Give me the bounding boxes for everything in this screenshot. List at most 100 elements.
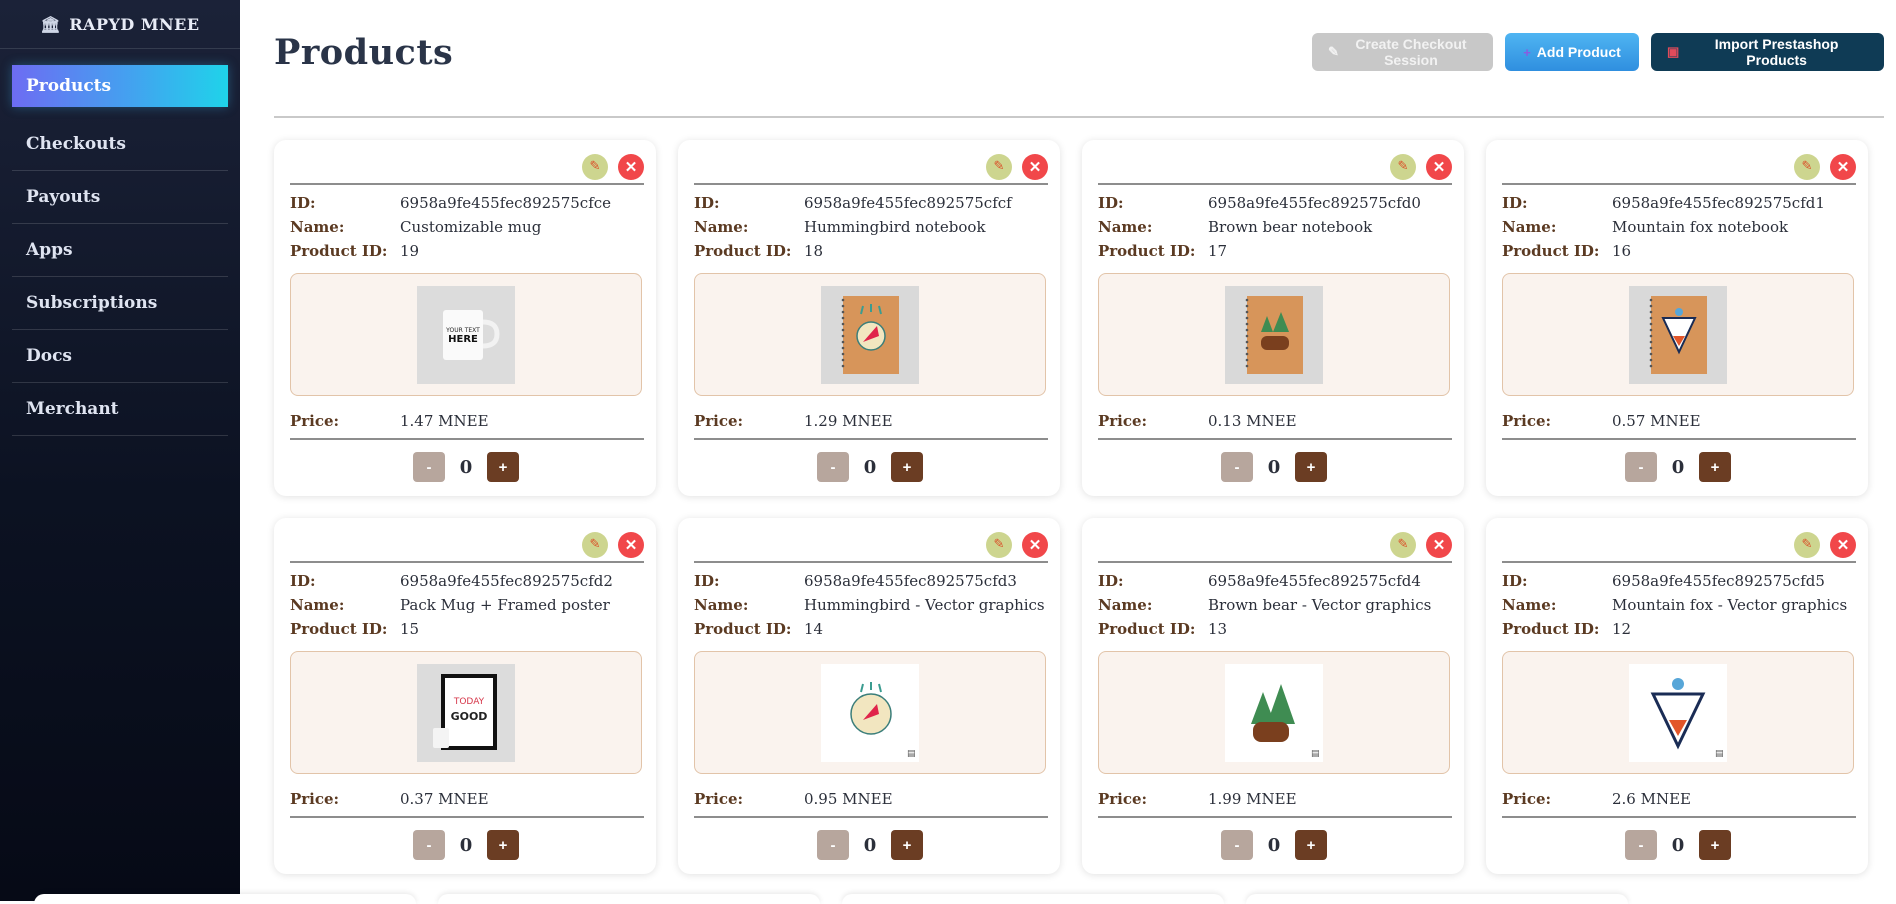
- pencil-icon[interactable]: ✎: [582, 153, 608, 180]
- header-actions: ✎ Create Checkout Session + Add Product …: [1312, 33, 1884, 71]
- decrease-quantity-button[interactable]: -: [413, 830, 445, 860]
- main-content: Products ✎ Create Checkout Session + Add…: [240, 0, 1896, 901]
- product-image-frame: TODAY GOOD: [290, 651, 642, 774]
- sidebar: 🏛 RAPYD MNEE Products Checkouts Payouts …: [0, 0, 240, 901]
- decrease-quantity-button[interactable]: -: [413, 452, 445, 482]
- price-label: Price:: [290, 790, 340, 808]
- plus-icon: +: [1523, 44, 1531, 60]
- sidebar-item-checkouts[interactable]: Checkouts: [12, 118, 228, 171]
- price-row: Price: 0.57 MNEE: [1502, 408, 1856, 440]
- increase-quantity-button[interactable]: +: [487, 830, 519, 860]
- name-value: Customizable mug: [400, 218, 542, 236]
- price-label: Price:: [694, 790, 744, 808]
- price-row: Price: 0.37 MNEE: [290, 786, 644, 818]
- product-card: ✎ ✕ ID: 6958a9fe455fec892575cfd4 Name: B…: [1082, 518, 1464, 874]
- decrease-quantity-button[interactable]: -: [1625, 452, 1657, 482]
- close-icon[interactable]: ✕: [1426, 153, 1452, 180]
- increase-quantity-button[interactable]: +: [891, 452, 923, 482]
- close-icon[interactable]: ✕: [1426, 531, 1452, 558]
- decrease-quantity-button[interactable]: -: [1625, 830, 1657, 860]
- add-product-button[interactable]: + Add Product: [1505, 33, 1639, 71]
- name-row: Name: Hummingbird notebook: [694, 215, 1046, 239]
- wand-icon: ✎: [1328, 44, 1339, 59]
- increase-quantity-button[interactable]: +: [891, 830, 923, 860]
- pencil-icon[interactable]: ✎: [1794, 531, 1820, 558]
- product-id-row: Product ID: 15: [290, 617, 642, 641]
- price-label: Price:: [694, 412, 744, 430]
- svg-text:▤: ▤: [1311, 749, 1320, 759]
- decrease-quantity-button[interactable]: -: [1221, 452, 1253, 482]
- product-card-peek: [34, 894, 416, 904]
- sidebar-item-products[interactable]: Products: [12, 65, 228, 107]
- quantity-value: 0: [863, 456, 877, 478]
- import-prestashop-label: Import Prestashop Products: [1714, 36, 1839, 68]
- pencil-icon[interactable]: ✎: [986, 531, 1012, 558]
- product-image: ▤: [1629, 663, 1727, 762]
- svg-text:▤: ▤: [1715, 749, 1724, 759]
- product-image: TODAY GOOD: [417, 663, 515, 762]
- product-info: ID: 6958a9fe455fec892575cfd2 Name: Pack …: [290, 569, 642, 641]
- pencil-icon[interactable]: ✎: [1390, 531, 1416, 558]
- pencil-icon[interactable]: ✎: [582, 531, 608, 558]
- name-label: Name:: [1502, 218, 1557, 236]
- quantity-stepper: - 0 +: [1502, 830, 1854, 860]
- id-value: 6958a9fe455fec892575cfd0: [1208, 194, 1421, 212]
- product-image: [821, 285, 919, 384]
- name-label: Name:: [1098, 218, 1153, 236]
- close-icon[interactable]: ✕: [1830, 153, 1856, 180]
- product-id-label: Product ID:: [694, 620, 792, 638]
- id-label: ID:: [290, 194, 316, 212]
- close-icon[interactable]: ✕: [618, 153, 644, 180]
- product-image-frame: ▤: [1502, 651, 1854, 774]
- decrease-quantity-button[interactable]: -: [1221, 830, 1253, 860]
- pencil-icon[interactable]: ✎: [1390, 153, 1416, 180]
- brand-name: RAPYD MNEE: [69, 14, 200, 34]
- name-value: Mountain fox notebook: [1612, 218, 1789, 236]
- card-actions: ✎ ✕: [694, 150, 1048, 185]
- id-value: 6958a9fe455fec892575cfd5: [1612, 572, 1825, 590]
- close-icon[interactable]: ✕: [1830, 531, 1856, 558]
- product-info: ID: 6958a9fe455fec892575cfd0 Name: Brown…: [1098, 191, 1450, 263]
- product-image-frame: [1098, 273, 1450, 396]
- quantity-stepper: - 0 +: [694, 830, 1046, 860]
- svg-text:TODAY: TODAY: [453, 697, 485, 707]
- price-value: 0.95 MNEE: [804, 790, 893, 808]
- card-actions: ✎ ✕: [290, 528, 644, 563]
- product-grid: ✎ ✕ ID: 6958a9fe455fec892575cfce Name: C…: [274, 118, 1884, 874]
- quantity-stepper: - 0 +: [1502, 452, 1854, 482]
- decrease-quantity-button[interactable]: -: [817, 830, 849, 860]
- price-value: 0.37 MNEE: [400, 790, 489, 808]
- product-card: ✎ ✕ ID: 6958a9fe455fec892575cfcf Name: H…: [678, 140, 1060, 496]
- increase-quantity-button[interactable]: +: [1295, 452, 1327, 482]
- quantity-value: 0: [1267, 834, 1281, 856]
- product-card: ✎ ✕ ID: 6958a9fe455fec892575cfce Name: C…: [274, 140, 656, 496]
- sidebar-item-docs[interactable]: Docs: [12, 330, 228, 383]
- product-card-peek: [438, 894, 820, 904]
- price-row: Price: 0.13 MNEE: [1098, 408, 1452, 440]
- id-label: ID:: [694, 194, 720, 212]
- price-label: Price:: [1502, 412, 1552, 430]
- card-actions: ✎ ✕: [1098, 528, 1452, 563]
- import-prestashop-button[interactable]: ▣ Import Prestashop Products: [1651, 33, 1884, 71]
- increase-quantity-button[interactable]: +: [487, 452, 519, 482]
- quantity-value: 0: [459, 456, 473, 478]
- close-icon[interactable]: ✕: [1022, 531, 1048, 558]
- sidebar-item-payouts[interactable]: Payouts: [12, 171, 228, 224]
- increase-quantity-button[interactable]: +: [1699, 830, 1731, 860]
- svg-text:GOOD: GOOD: [451, 710, 488, 723]
- pencil-icon[interactable]: ✎: [986, 153, 1012, 180]
- sidebar-item-apps[interactable]: Apps: [12, 224, 228, 277]
- increase-quantity-button[interactable]: +: [1295, 830, 1327, 860]
- pencil-icon[interactable]: ✎: [1794, 153, 1820, 180]
- sidebar-item-subscriptions[interactable]: Subscriptions: [12, 277, 228, 330]
- quantity-stepper: - 0 +: [1098, 830, 1450, 860]
- sidebar-item-merchant[interactable]: Merchant: [12, 383, 228, 436]
- quantity-stepper: - 0 +: [694, 452, 1046, 482]
- close-icon[interactable]: ✕: [618, 531, 644, 558]
- create-checkout-session-button[interactable]: ✎ Create Checkout Session: [1312, 33, 1493, 71]
- increase-quantity-button[interactable]: +: [1699, 452, 1731, 482]
- decrease-quantity-button[interactable]: -: [817, 452, 849, 482]
- name-label: Name:: [290, 596, 345, 614]
- price-label: Price:: [1098, 412, 1148, 430]
- close-icon[interactable]: ✕: [1022, 153, 1048, 180]
